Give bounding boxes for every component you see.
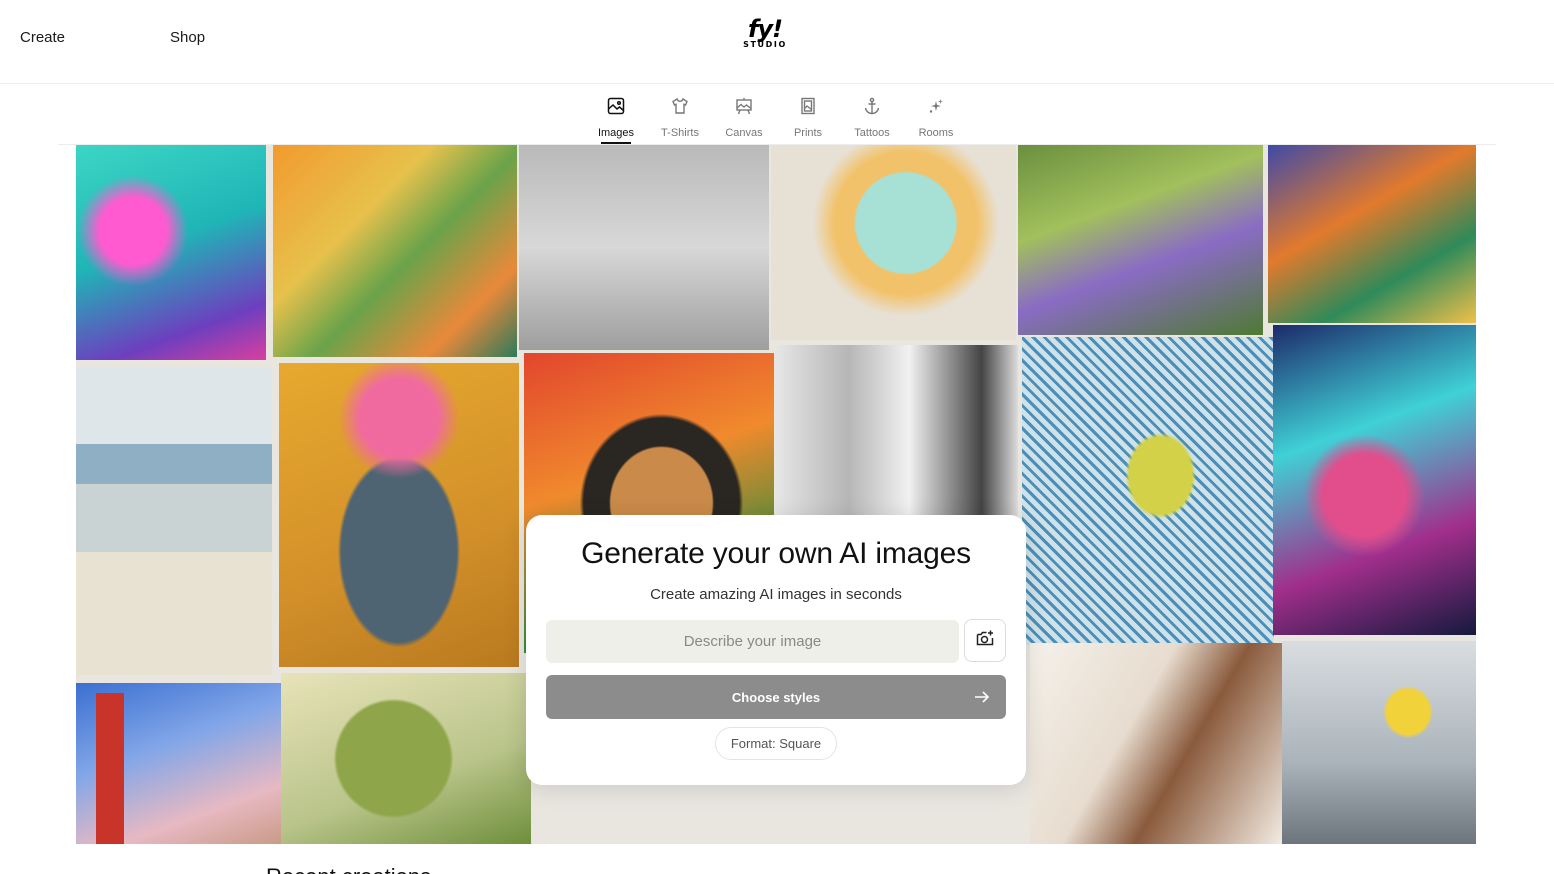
tab-images[interactable]: Images (584, 92, 648, 144)
tab-tattoos[interactable]: Tattoos (840, 92, 904, 144)
artwork-sketch-house (519, 145, 769, 350)
camera-plus-icon (975, 628, 995, 653)
nav-shop-link[interactable]: Shop (170, 29, 205, 46)
tshirt-icon (670, 92, 690, 121)
describe-image-input[interactable] (546, 620, 959, 663)
logo-wordmark: fy! (747, 15, 783, 43)
artwork-neon-girl (1273, 325, 1476, 635)
artwork-blue-fish (1022, 337, 1274, 645)
tab-prints[interactable]: Prints (776, 92, 840, 144)
image-icon (606, 92, 626, 121)
image-generator-card: Generate your own AI images Create amazi… (526, 515, 1026, 785)
artwork-long-hair-woman (1030, 643, 1282, 844)
choose-styles-label: Choose styles (731, 689, 821, 705)
recent-creations-heading: Recent creations (266, 864, 431, 874)
tab-tshirts-label: T-Shirts (661, 127, 699, 139)
top-navigation-bar: Create Shop fy! STUDIO (0, 0, 1554, 84)
tab-rooms[interactable]: Rooms (904, 92, 968, 144)
artwork-garden-path (1018, 145, 1263, 335)
artwork-umbrella-woman (1282, 641, 1476, 844)
print-frame-icon (798, 92, 818, 121)
artwork-bridge-tower (96, 693, 124, 844)
anchor-icon (862, 92, 882, 121)
product-tabs: Images T-Shirts Canvas Prints Tattoos Ro… (584, 92, 968, 144)
tab-prints-label: Prints (793, 127, 823, 139)
artwork-bubble (771, 145, 1016, 340)
upload-image-button[interactable] (964, 619, 1006, 662)
format-selector[interactable]: Format: Square (715, 727, 837, 760)
fy-studio-logo[interactable]: fy! STUDIO (738, 15, 792, 58)
tab-tshirts[interactable]: T-Shirts (648, 92, 712, 144)
artwork-dancers (1268, 145, 1476, 323)
tab-canvas-label: Canvas (725, 127, 763, 139)
tab-canvas[interactable]: Canvas (712, 92, 776, 144)
artwork-teal-face (76, 145, 266, 360)
artwork-beach-fence (76, 367, 272, 675)
choose-styles-button[interactable]: Choose styles (546, 675, 1006, 719)
generator-title: Generate your own AI images (581, 537, 971, 570)
artwork-green-tree (281, 673, 531, 844)
generator-subtitle: Create amazing AI images in seconds (650, 586, 902, 603)
tab-rooms-label: Rooms (918, 127, 954, 139)
artwork-cat-flowers (279, 363, 519, 667)
canvas-icon (734, 92, 754, 121)
arrow-right-icon (975, 691, 990, 703)
artwork-orange-branch (273, 145, 517, 357)
nav-create-link[interactable]: Create (20, 29, 65, 46)
tab-images-label: Images (597, 127, 635, 139)
logo-subtitle: STUDIO (743, 40, 787, 49)
tab-tattoos-label: Tattoos (854, 127, 890, 139)
sparkles-icon (926, 92, 946, 121)
